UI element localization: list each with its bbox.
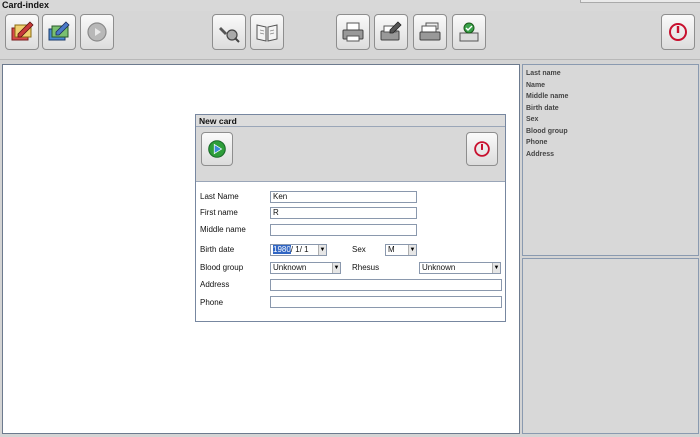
open-book-icon: [256, 24, 278, 42]
play-icon: [208, 140, 226, 158]
card-info-panel: Last name Name Middle name Birth date Se…: [522, 64, 699, 256]
play-button[interactable]: [80, 14, 114, 50]
pencil-card-icon: [11, 21, 34, 41]
last-name-label: Last Name: [200, 192, 239, 201]
info-label-last-name: Last name: [526, 70, 561, 77]
info-label-blood-group: Blood group: [526, 127, 568, 135]
close-dialog-button[interactable]: [466, 132, 498, 166]
edit-cards-icon: [48, 21, 70, 41]
last-name-input[interactable]: Ken: [270, 191, 417, 203]
phone-input[interactable]: [270, 296, 502, 308]
multi-print-button[interactable]: [413, 14, 447, 50]
rhesus-label: Rhesus: [352, 263, 380, 272]
multi-printer-icon: [419, 22, 441, 41]
dialog-title: New card: [196, 115, 505, 127]
open-book-button[interactable]: [250, 14, 284, 50]
info-label-name: Name: [526, 81, 546, 89]
birth-month-day-value: / 1/ 1: [290, 245, 309, 254]
new-card-button[interactable]: [5, 14, 39, 50]
title-bar-strip: [580, 0, 700, 3]
blood-group-select[interactable]: Unknown ▼: [270, 262, 341, 274]
address-label: Address: [200, 280, 230, 289]
main-toolbar: [0, 11, 700, 60]
exit-button[interactable]: [661, 14, 695, 50]
blood-group-value: Unknown: [273, 263, 307, 272]
info-label-birth-date: Birth date: [526, 104, 559, 112]
new-card-dialog: New card Last Name Ken First name R Midd…: [195, 114, 506, 322]
rhesus-value: Unknown: [422, 263, 456, 272]
print-edit-button[interactable]: [374, 14, 408, 50]
birth-date-label: Birth date: [200, 245, 235, 254]
save-card-button[interactable]: [201, 132, 233, 166]
power-icon: [474, 141, 490, 157]
sex-select[interactable]: M ▼: [385, 244, 417, 256]
print-button[interactable]: [336, 14, 370, 50]
blood-group-label: Blood group: [200, 263, 244, 272]
play-disabled-icon: [87, 22, 107, 42]
sex-value: M: [388, 245, 395, 254]
rhesus-select[interactable]: Unknown ▼: [419, 262, 501, 274]
chevron-down-icon[interactable]: ▼: [318, 245, 326, 255]
sex-label: Sex: [352, 245, 366, 254]
search-icon: [219, 27, 240, 43]
window-title-text: Card-index: [2, 0, 50, 10]
phone-label: Phone: [200, 298, 224, 307]
first-name-label: First name: [200, 208, 238, 217]
chevron-down-icon[interactable]: ▼: [492, 263, 500, 273]
info-label-middle-name: Middle name: [526, 93, 569, 100]
info-label-sex: Sex: [526, 116, 539, 123]
card-form: Last Name Ken First name R Middle name B…: [196, 182, 505, 322]
print-edit-icon: [380, 21, 402, 41]
birth-year-value: 1980: [273, 245, 291, 254]
search-button[interactable]: [212, 14, 246, 50]
first-name-input[interactable]: R: [270, 207, 417, 219]
address-input[interactable]: [270, 279, 502, 291]
birth-date-picker[interactable]: 1980/ 1/ 1 ▼: [270, 244, 327, 256]
printer-icon: [342, 22, 364, 42]
export-button[interactable]: [452, 14, 486, 50]
info-label-address: Address: [526, 150, 555, 158]
dialog-button-bar: [196, 127, 505, 182]
power-icon: [669, 23, 687, 41]
edit-cards-button[interactable]: [42, 14, 76, 50]
chevron-down-icon[interactable]: ▼: [332, 263, 340, 273]
export-icon: [459, 22, 479, 42]
card-detail-panel: [522, 258, 699, 434]
middle-name-label: Middle name: [200, 225, 246, 234]
middle-name-input[interactable]: [270, 224, 417, 236]
info-label-phone: Phone: [526, 139, 548, 146]
chevron-down-icon[interactable]: ▼: [408, 245, 416, 255]
